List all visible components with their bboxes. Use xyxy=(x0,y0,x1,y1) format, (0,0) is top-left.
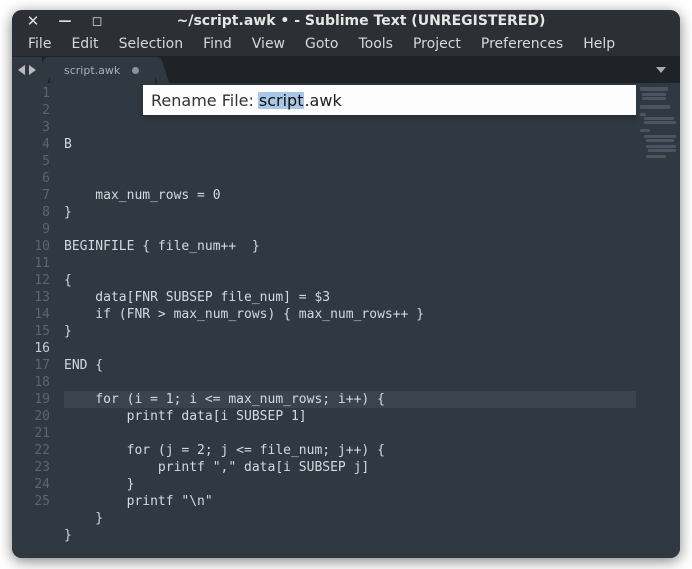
code-line: if (FNR > max_num_rows) { max_num_rows++… xyxy=(64,306,636,323)
code-line: } xyxy=(64,510,636,527)
line-number: 15 xyxy=(12,323,50,340)
line-number: 9 xyxy=(12,221,50,238)
code-line xyxy=(64,221,636,238)
line-number: 22 xyxy=(12,442,50,459)
editor-area: 1234567891011121314151617181920212223242… xyxy=(12,83,680,558)
code-line: BEGINFILE { file_num++ } xyxy=(64,238,636,255)
line-number: 20 xyxy=(12,408,50,425)
code-line xyxy=(64,153,636,170)
tab-forward-icon[interactable] xyxy=(29,65,36,75)
line-number: 10 xyxy=(12,238,50,255)
menu-find[interactable]: Find xyxy=(193,32,242,56)
menu-help[interactable]: Help xyxy=(573,32,625,56)
tab-back-icon[interactable] xyxy=(18,65,25,75)
app-window: ✕ — ◻ ~/script.awk • - Sublime Text (UNR… xyxy=(12,10,680,558)
line-number: 18 xyxy=(12,374,50,391)
code-line xyxy=(64,340,636,357)
tab-script-awk[interactable]: script.awk xyxy=(50,57,155,83)
code-line: { xyxy=(64,272,636,289)
line-number: 14 xyxy=(12,306,50,323)
line-number: 1 xyxy=(12,85,50,102)
code-line: } xyxy=(64,204,636,221)
menu-view[interactable]: View xyxy=(242,32,295,56)
code-view[interactable]: Rename File: script.awk B max_num_rows =… xyxy=(60,83,636,558)
line-number: 24 xyxy=(12,476,50,493)
gutter: 1234567891011121314151617181920212223242… xyxy=(12,83,60,558)
line-number: 3 xyxy=(12,119,50,136)
code-line xyxy=(64,255,636,272)
line-number: 6 xyxy=(12,170,50,187)
code-line: for (j = 2; j <= file_num; j++) { xyxy=(64,442,636,459)
line-number: 13 xyxy=(12,289,50,306)
code-line: END { xyxy=(64,357,636,374)
window-minimize-button[interactable]: — xyxy=(54,10,76,32)
line-number: 23 xyxy=(12,459,50,476)
code-line xyxy=(64,425,636,442)
menubar: FileEditSelectionFindViewGotoToolsProjec… xyxy=(12,32,680,57)
tab-label: script.awk xyxy=(64,64,120,77)
code-line: printf "," data[i SUBSEP j] xyxy=(64,459,636,476)
line-number: 4 xyxy=(12,136,50,153)
minimap[interactable] xyxy=(636,83,680,558)
menu-selection[interactable]: Selection xyxy=(109,32,194,56)
tabbar: script.awk xyxy=(12,57,680,83)
code-line xyxy=(64,544,636,558)
menu-project[interactable]: Project xyxy=(403,32,471,56)
line-number: 8 xyxy=(12,204,50,221)
line-number: 5 xyxy=(12,153,50,170)
code-line xyxy=(64,170,636,187)
menu-preferences[interactable]: Preferences xyxy=(471,32,573,56)
line-number: 7 xyxy=(12,187,50,204)
code-line: } xyxy=(64,476,636,493)
code-line: B xyxy=(64,136,636,153)
window-title: ~/script.awk • - Sublime Text (UNREGISTE… xyxy=(118,13,604,29)
code-line: for (i = 1; i <= max_num_rows; i++) { xyxy=(64,391,636,408)
line-number: 19 xyxy=(12,391,50,408)
line-number: 17 xyxy=(12,357,50,374)
line-number: 25 xyxy=(12,493,50,510)
code-line: data[FNR SUBSEP file_num] = $3 xyxy=(64,289,636,306)
dirty-indicator-icon xyxy=(132,67,139,74)
line-number: 11 xyxy=(12,255,50,272)
code-line xyxy=(64,374,636,391)
menu-tools[interactable]: Tools xyxy=(348,32,403,56)
window-close-button[interactable]: ✕ xyxy=(22,10,44,32)
titlebar: ✕ — ◻ ~/script.awk • - Sublime Text (UNR… xyxy=(12,10,680,32)
menu-file[interactable]: File xyxy=(18,32,61,56)
code-line: printf data[i SUBSEP 1] xyxy=(64,408,636,425)
menu-goto[interactable]: Goto xyxy=(295,32,348,56)
menu-edit[interactable]: Edit xyxy=(61,32,108,56)
code-line: } xyxy=(64,527,636,544)
line-number: 2 xyxy=(12,102,50,119)
line-number: 12 xyxy=(12,272,50,289)
rename-file-input[interactable]: script.awk xyxy=(258,92,342,109)
rename-file-panel: Rename File: script.awk xyxy=(143,85,649,115)
rename-file-label: Rename File: xyxy=(151,92,254,109)
line-number: 21 xyxy=(12,425,50,442)
line-number: 16 xyxy=(12,340,50,357)
code-line: } xyxy=(64,323,636,340)
code-line: max_num_rows = 0 xyxy=(64,187,636,204)
window-maximize-button[interactable]: ◻ xyxy=(86,10,108,32)
code-line: printf "\n" xyxy=(64,493,636,510)
tabs-dropdown-icon[interactable] xyxy=(656,67,666,73)
